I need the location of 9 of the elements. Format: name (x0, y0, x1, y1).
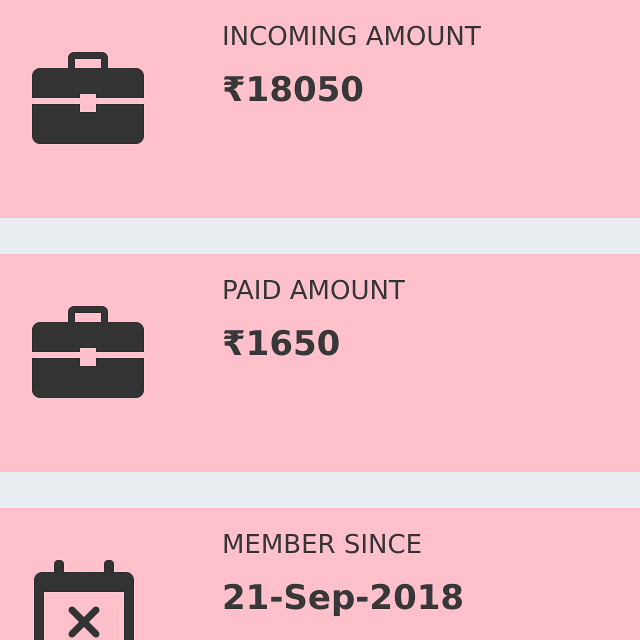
calendar-icon (32, 558, 136, 640)
card-value: ₹18050 (222, 69, 365, 112)
card-label: INCOMING AMOUNT (222, 21, 481, 54)
briefcase-icon (32, 304, 144, 398)
briefcase-icon (32, 50, 144, 144)
card-label: PAID AMOUNT (222, 275, 405, 308)
card-value: ₹1650 (222, 323, 342, 366)
card-label: MEMBER SINCE (222, 529, 424, 562)
card-value: 21-Sep-2018 (222, 577, 464, 620)
